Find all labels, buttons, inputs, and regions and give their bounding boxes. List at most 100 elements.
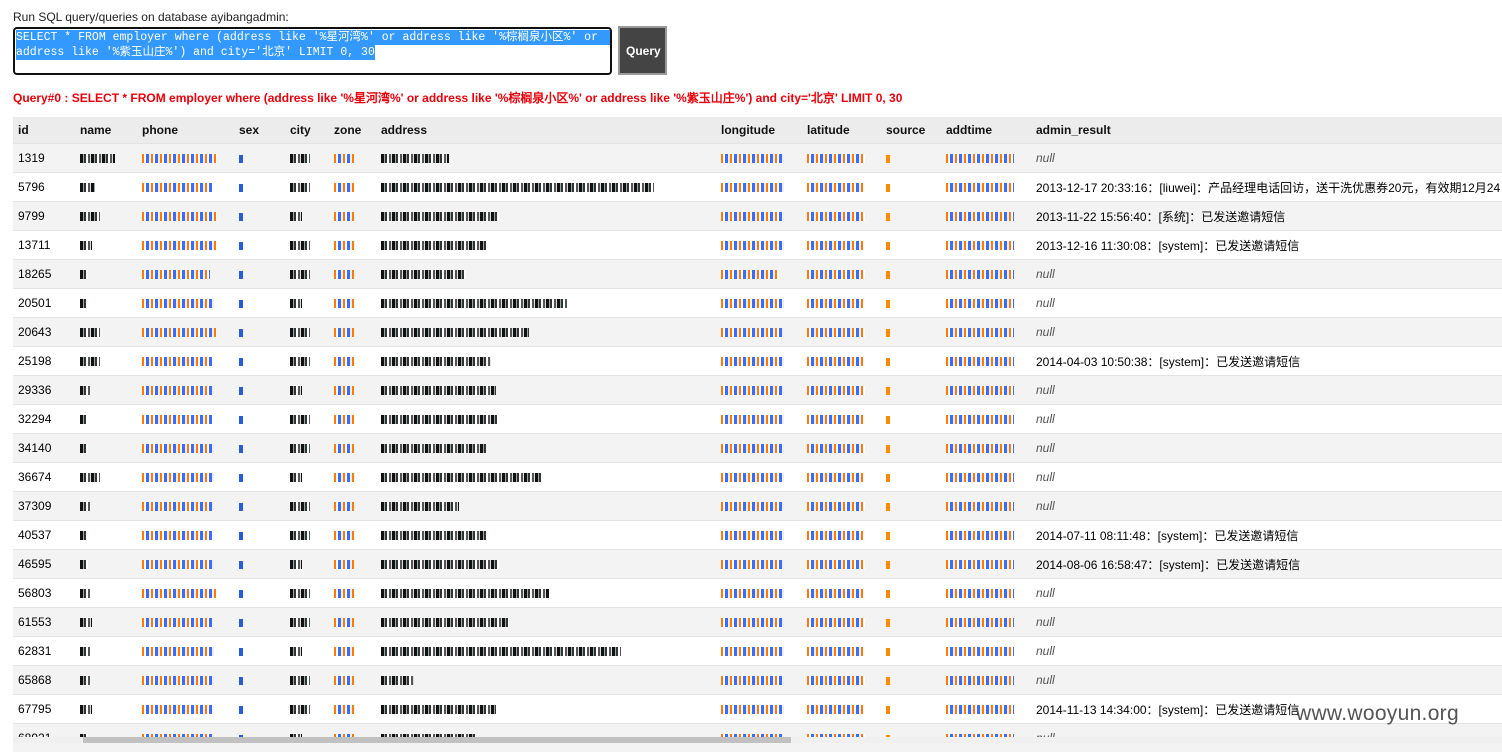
cell-source-redacted (881, 521, 941, 550)
cell-longitude-redacted (716, 463, 802, 492)
cell-phone-redacted (137, 434, 234, 463)
table-row[interactable]: 20501null (13, 289, 1502, 318)
column-header-latitude[interactable]: latitude (802, 117, 881, 144)
pixelated-redaction (142, 444, 214, 453)
cell-name-redacted (75, 695, 137, 724)
table-row[interactable]: 20643null (13, 318, 1502, 347)
cell-longitude-redacted (716, 637, 802, 666)
cell-addtime-redacted (941, 173, 1031, 202)
cell-latitude-redacted (802, 347, 881, 376)
table-row[interactable]: 40537 2014-07-11 08:11:48：[system]：已发送邀请短… (13, 521, 1502, 550)
table-row[interactable]: 37309null (13, 492, 1502, 521)
table-row[interactable]: 61553null (13, 608, 1502, 637)
pixelated-redaction (886, 445, 890, 453)
cell-admin-result: null (1031, 666, 1502, 695)
cell-address-redacted (376, 376, 716, 405)
query-button[interactable]: Query (618, 26, 667, 75)
cell-sex-redacted (234, 521, 285, 550)
column-header-address[interactable]: address (376, 117, 716, 144)
cell-source-redacted (881, 347, 941, 376)
table-row[interactable]: 56803null (13, 579, 1502, 608)
column-header-zone[interactable]: zone (329, 117, 376, 144)
cell-zone-redacted (329, 173, 376, 202)
table-row[interactable]: 62831null (13, 637, 1502, 666)
sql-query-input[interactable] (13, 27, 612, 75)
cell-latitude-redacted (802, 579, 881, 608)
cell-id: 67795 (13, 695, 75, 724)
horizontal-scrollbar[interactable] (13, 737, 1502, 743)
table-row[interactable]: 57962013-12-17 20:33:16：[liuwei]：产品经理电话回… (13, 173, 1502, 202)
cell-addtime-redacted (941, 318, 1031, 347)
table-row[interactable]: 465952014-08-06 16:58:47：[system]：已发送邀请短… (13, 550, 1502, 579)
column-header-addtime[interactable]: addtime (941, 117, 1031, 144)
table-row[interactable]: 65868null (13, 666, 1502, 695)
cell-source-redacted (881, 231, 941, 260)
cell-id: 29336 (13, 376, 75, 405)
table-row[interactable]: 1319null (13, 144, 1502, 173)
pixelated-redaction (946, 415, 1014, 424)
pixelated-redaction (80, 705, 92, 714)
cell-name-redacted (75, 289, 137, 318)
results-table-container: idnamephonesexcityzoneaddresslongitudela… (13, 117, 1502, 752)
cell-source-redacted (881, 608, 941, 637)
cell-admin-result: 2014-07-11 08:11:48：[system]：已发送邀请短信 (1031, 521, 1502, 550)
pixelated-redaction (239, 474, 243, 482)
cell-name-redacted (75, 434, 137, 463)
pixelated-redaction (334, 705, 354, 714)
cell-phone-redacted (137, 173, 234, 202)
column-header-city[interactable]: city (285, 117, 329, 144)
cell-city-redacted (285, 695, 329, 724)
pixelated-redaction (721, 212, 784, 221)
cell-id: 40537 (13, 521, 75, 550)
column-header-admin_result[interactable]: admin_result (1031, 117, 1502, 144)
column-header-source[interactable]: source (881, 117, 941, 144)
table-row[interactable]: 36674null (13, 463, 1502, 492)
column-header-longitude[interactable]: longitude (716, 117, 802, 144)
table-row[interactable]: 29336null (13, 376, 1502, 405)
cell-latitude-redacted (802, 637, 881, 666)
table-row[interactable]: 32294null (13, 405, 1502, 434)
column-header-id[interactable]: id (13, 117, 75, 144)
cell-address-redacted (376, 144, 716, 173)
cell-admin-result: null (1031, 579, 1502, 608)
table-row[interactable]: 137112013-12-16 11:30:08：[system]：已发送邀请短… (13, 231, 1502, 260)
pixelated-redaction (290, 328, 310, 337)
table-row[interactable]: 34140null (13, 434, 1502, 463)
pixelated-redaction (886, 271, 890, 279)
pixelated-redaction (239, 300, 243, 308)
pixelated-redaction (721, 444, 784, 453)
cell-zone-redacted (329, 202, 376, 231)
pixelated-redaction (886, 155, 890, 163)
cell-longitude-redacted (716, 666, 802, 695)
pixelated-redaction (239, 503, 243, 511)
cell-id: 25198 (13, 347, 75, 376)
cell-addtime-redacted (941, 376, 1031, 405)
pixelated-redaction (807, 212, 865, 221)
pixelated-redaction (239, 329, 243, 337)
cell-addtime-redacted (941, 289, 1031, 318)
pixelated-redaction (381, 386, 496, 395)
column-header-sex[interactable]: sex (234, 117, 285, 144)
pixelated-redaction (239, 184, 243, 192)
pixelated-redaction (290, 270, 310, 279)
table-row[interactable]: 677952014-11-13 14:34:00：[system]：已发送邀请短… (13, 695, 1502, 724)
cell-latitude-redacted (802, 492, 881, 521)
pixelated-redaction (946, 647, 1014, 656)
cell-zone-redacted (329, 434, 376, 463)
cell-name-redacted (75, 347, 137, 376)
pixelated-redaction (239, 590, 243, 598)
pixelated-redaction (381, 589, 549, 598)
pixelated-redaction (807, 589, 865, 598)
pixelated-redaction (381, 676, 414, 685)
scrollbar-thumb[interactable] (83, 737, 791, 743)
table-row[interactable]: 251982014-04-03 10:50:38：[system]：已发送邀请短… (13, 347, 1502, 376)
cell-longitude-redacted (716, 405, 802, 434)
pixelated-redaction (721, 270, 779, 279)
cell-source-redacted (881, 376, 941, 405)
cell-zone-redacted (329, 695, 376, 724)
cell-addtime-redacted (941, 434, 1031, 463)
table-row[interactable]: 18265null (13, 260, 1502, 289)
table-row[interactable]: 97992013-11-22 15:56:40：[系统]：已发送邀请短信 (13, 202, 1502, 231)
column-header-name[interactable]: name (75, 117, 137, 144)
column-header-phone[interactable]: phone (137, 117, 234, 144)
